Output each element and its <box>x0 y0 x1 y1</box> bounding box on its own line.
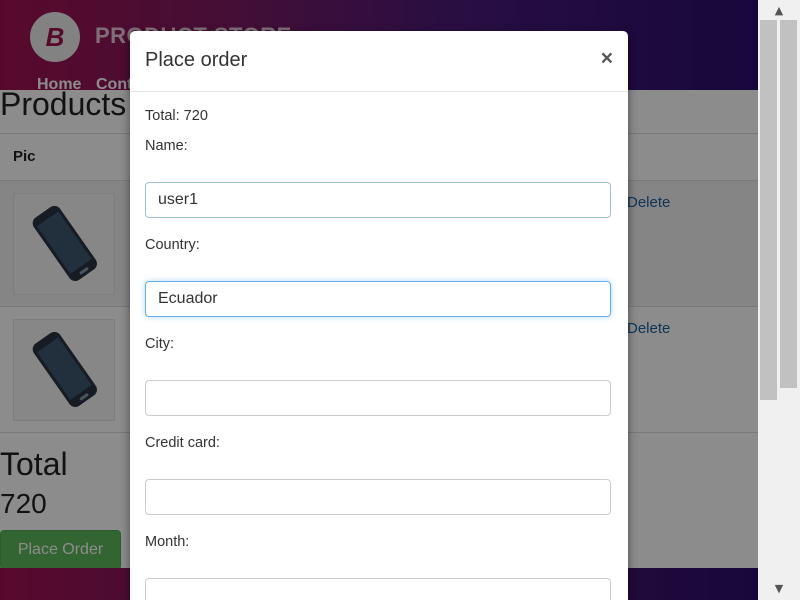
scroll-up-arrow-icon[interactable]: ▲ <box>758 0 800 20</box>
country-field[interactable] <box>145 281 611 317</box>
order-total-text: Total: 720 <box>145 108 208 124</box>
page-scrollbar[interactable]: ▲ ▼ <box>758 0 800 600</box>
credit-card-label: Credit card: <box>145 435 220 451</box>
credit-card-field[interactable] <box>145 479 611 515</box>
month-field[interactable] <box>145 578 611 600</box>
name-field[interactable] <box>145 182 611 218</box>
country-label: Country: <box>145 237 200 253</box>
modal-header: Place order × <box>130 31 628 92</box>
city-label: City: <box>145 336 174 352</box>
modal-scrollbar-thumb[interactable] <box>760 20 777 400</box>
city-field[interactable] <box>145 380 611 416</box>
close-icon[interactable]: × <box>601 47 613 71</box>
page-scrollbar-thumb[interactable] <box>780 20 797 388</box>
month-label: Month: <box>145 534 190 550</box>
name-label: Name: <box>145 138 188 154</box>
modal-title: Place order <box>145 49 248 71</box>
scroll-down-arrow-icon[interactable]: ▼ <box>758 580 800 600</box>
place-order-modal: Place order × Total: 720 Name: Country: … <box>130 31 628 600</box>
